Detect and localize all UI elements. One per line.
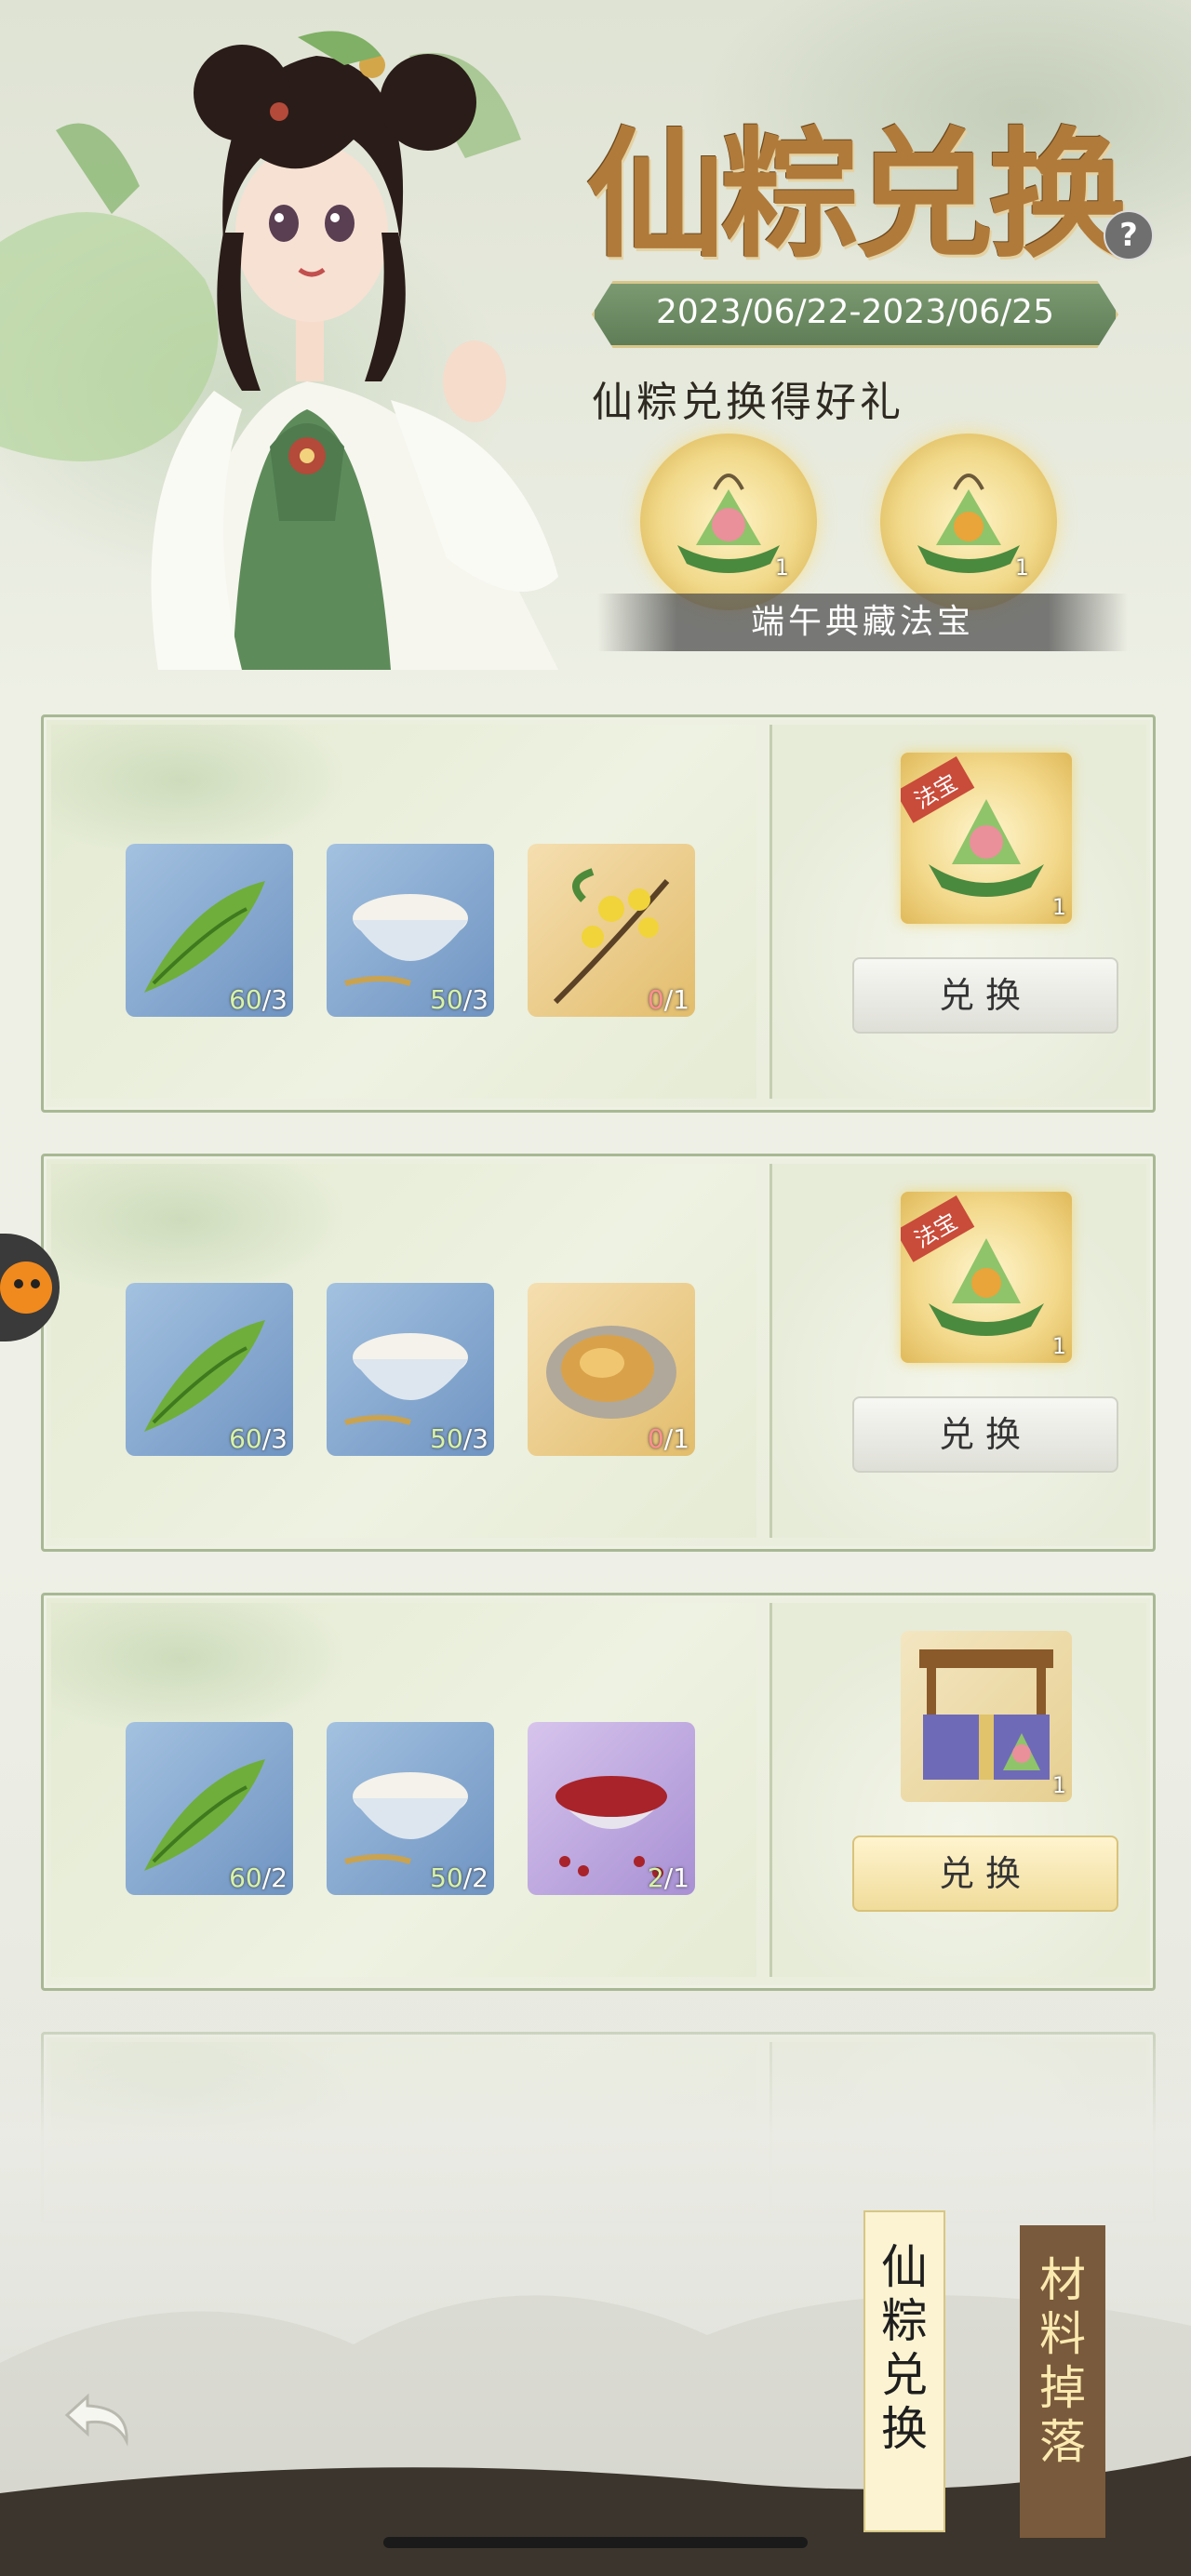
material-count: 60/3 bbox=[229, 984, 288, 1015]
material-need: 1 bbox=[673, 1862, 689, 1893]
material-need: 2 bbox=[472, 1862, 488, 1893]
material-have: 50 bbox=[430, 1423, 463, 1454]
material-bamboo-leaf[interactable]: 60/2 bbox=[126, 1722, 293, 1895]
material-have: 2 bbox=[647, 1862, 664, 1893]
help-button[interactable]: ? bbox=[1104, 210, 1154, 260]
material-need: 3 bbox=[472, 1423, 488, 1454]
material-count: 50/2 bbox=[430, 1862, 488, 1893]
material-count: 50/3 bbox=[430, 984, 488, 1015]
material-count: 0/1 bbox=[647, 1423, 689, 1454]
material-rice[interactable]: 50/3 bbox=[327, 844, 494, 1017]
material-need: 1 bbox=[673, 1423, 689, 1454]
gift-section-title: 仙粽兑换得好礼 bbox=[592, 379, 904, 426]
gift-item-zongzi-2[interactable]: 1 bbox=[880, 434, 1057, 610]
exchange-button[interactable]: 兑换 bbox=[852, 1835, 1118, 1912]
material-have: 60 bbox=[229, 984, 262, 1015]
reward-qty: 1 bbox=[1051, 894, 1066, 920]
gift-item-zongzi-1[interactable]: 1 bbox=[640, 434, 817, 610]
materials-panel: 60/2 50/2 2/1 bbox=[51, 1603, 756, 1977]
tab-material-drop[interactable]: 材料掉落 bbox=[1020, 2225, 1105, 2538]
material-need: 3 bbox=[271, 1423, 288, 1454]
reward-panel: 1 兑换 bbox=[769, 1603, 1146, 1977]
gift-box-icon bbox=[919, 1649, 1053, 1780]
exchange-card-1: 60/3 50/3 0/1 法宝 1 兑换 bbox=[41, 714, 1156, 1113]
material-need: 3 bbox=[472, 984, 488, 1015]
materials-panel: 60/3 50/3 0/1 bbox=[51, 725, 756, 1099]
gift-qty: 1 bbox=[774, 554, 789, 581]
material-have: 50 bbox=[430, 984, 463, 1015]
reward-qty: 1 bbox=[1051, 1333, 1066, 1359]
material-red-bean[interactable]: 2/1 bbox=[528, 1722, 695, 1895]
exchange-button[interactable]: 兑换 bbox=[852, 1396, 1118, 1473]
material-have: 60 bbox=[229, 1862, 262, 1893]
event-date-range: 2023/06/22-2023/06/25 bbox=[592, 281, 1118, 348]
material-count: 60/3 bbox=[229, 1423, 288, 1454]
material-count: 2/1 bbox=[647, 1862, 689, 1893]
material-rice[interactable]: 50/3 bbox=[327, 1283, 494, 1456]
material-have: 50 bbox=[430, 1862, 463, 1893]
reward-item[interactable]: 1 bbox=[901, 1631, 1072, 1802]
gift-qty: 1 bbox=[1014, 554, 1029, 581]
character-illustration bbox=[0, 31, 558, 670]
material-osmanthus[interactable]: 0/1 bbox=[528, 844, 695, 1017]
zongzi-treasure-icon bbox=[917, 474, 1020, 573]
material-rice[interactable]: 50/2 bbox=[327, 1722, 494, 1895]
reward-item[interactable]: 法宝 1 bbox=[901, 1192, 1072, 1363]
materials-panel: 60/3 50/3 0/1 bbox=[51, 1164, 756, 1538]
material-need: 3 bbox=[271, 984, 288, 1015]
material-have: 0 bbox=[647, 1423, 664, 1454]
material-have: 60 bbox=[229, 1423, 262, 1454]
page-title: 仙粽兑换 bbox=[586, 113, 1128, 277]
material-bamboo-leaf[interactable]: 60/3 bbox=[126, 844, 293, 1017]
pet-icon bbox=[0, 1261, 52, 1314]
home-indicator[interactable] bbox=[383, 2537, 808, 2548]
exchange-card-3: 60/2 50/2 2/1 1 兑换 bbox=[41, 1593, 1156, 1991]
floating-assistant-button[interactable] bbox=[0, 1234, 60, 1341]
tab-exchange[interactable]: 仙粽兑换 bbox=[863, 2210, 945, 2532]
reward-panel: 法宝 1 兑换 bbox=[769, 725, 1146, 1099]
back-button[interactable] bbox=[60, 2380, 143, 2454]
gift-banner: 端午典藏法宝 bbox=[597, 594, 1128, 651]
mountain-decoration bbox=[0, 2295, 1191, 2576]
material-have: 0 bbox=[647, 984, 664, 1015]
material-count: 0/1 bbox=[647, 984, 689, 1015]
material-need: 1 bbox=[673, 984, 689, 1015]
reward-panel: 法宝 1 兑换 bbox=[769, 1164, 1146, 1538]
material-count: 60/2 bbox=[229, 1862, 288, 1893]
reward-qty: 1 bbox=[1051, 1772, 1066, 1798]
material-abalone[interactable]: 0/1 bbox=[528, 1283, 695, 1456]
back-arrow-icon bbox=[64, 2393, 128, 2447]
material-need: 2 bbox=[271, 1862, 288, 1893]
material-bamboo-leaf[interactable]: 60/3 bbox=[126, 1283, 293, 1456]
exchange-button[interactable]: 兑换 bbox=[852, 957, 1118, 1034]
hero-banner: 仙粽兑换 ? 2023/06/22-2023/06/25 仙粽兑换得好礼 1 1… bbox=[0, 0, 1191, 707]
exchange-card-2: 60/3 50/3 0/1 法宝 1 兑换 bbox=[41, 1154, 1156, 1552]
zongzi-treasure-icon bbox=[677, 474, 780, 573]
material-count: 50/3 bbox=[430, 1423, 488, 1454]
reward-item[interactable]: 法宝 1 bbox=[901, 753, 1072, 924]
